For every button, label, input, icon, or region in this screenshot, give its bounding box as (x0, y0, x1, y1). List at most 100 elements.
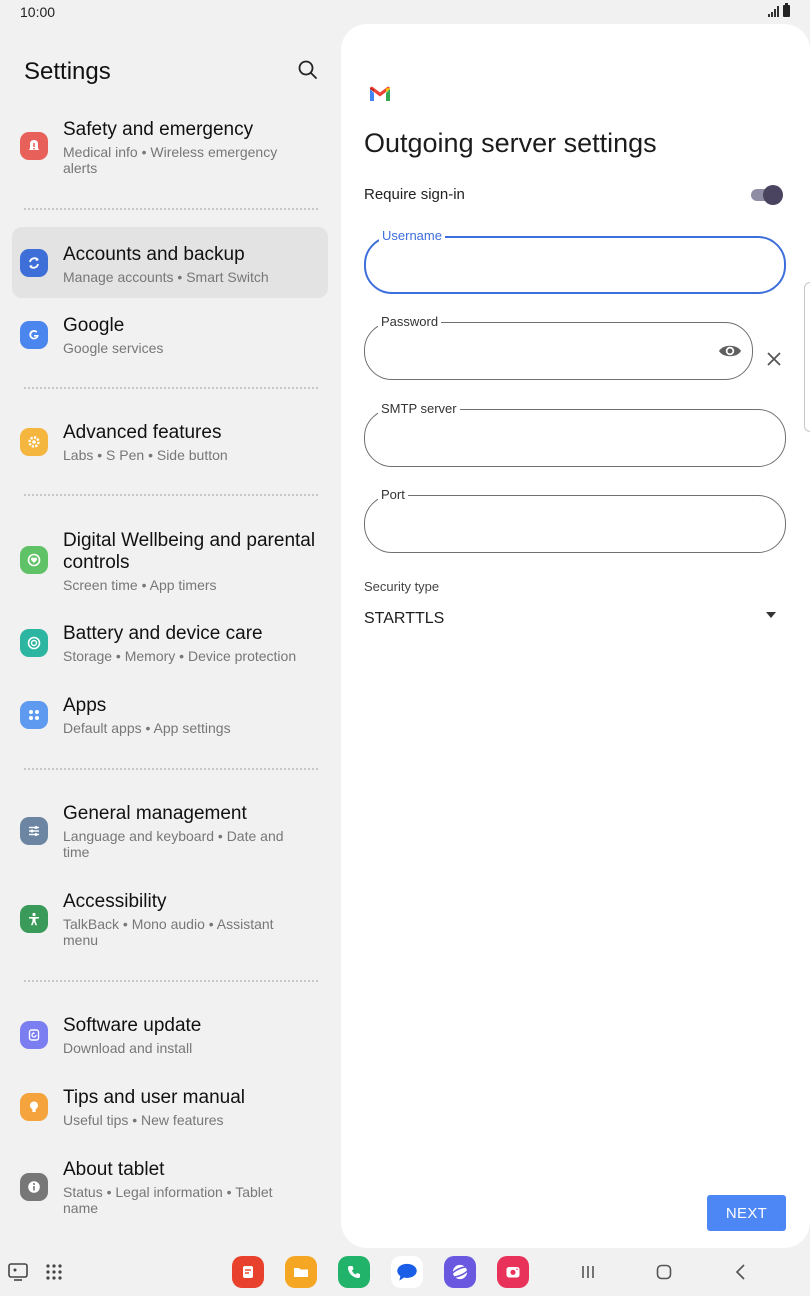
settings-item-tips[interactable]: Tips and user manual Useful tips • New f… (12, 1080, 328, 1140)
phone-app-icon[interactable] (338, 1256, 370, 1288)
security-type-label: Security type (364, 579, 440, 594)
settings-item-battery[interactable]: Battery and device care Storage • Memory… (12, 616, 328, 676)
settings-item-apps[interactable]: Apps Default apps • App settings (12, 688, 328, 748)
settings-item-title: Google (63, 315, 125, 336)
smtp-server-field[interactable]: SMTP server (364, 401, 786, 467)
screen-apps-icon (8, 1263, 28, 1281)
password-field[interactable]: Password (364, 314, 753, 380)
notes-app-icon[interactable] (232, 1256, 264, 1288)
battery-icon (783, 3, 790, 17)
settings-item-title: General management (63, 803, 247, 824)
port-field[interactable]: Port (364, 487, 786, 553)
settings-item-title: Digital Wellbeing and parental controls (63, 530, 316, 573)
password-input[interactable] (381, 337, 681, 365)
info-icon (20, 1173, 48, 1201)
settings-item-title: Battery and device care (63, 623, 263, 644)
search-button[interactable] (296, 58, 322, 84)
settings-title: Settings (24, 58, 111, 85)
divider (24, 980, 318, 982)
settings-item-subtitle: Labs • S Pen • Side button (63, 447, 228, 463)
settings-item-accessibility[interactable]: Accessibility TalkBack • Mono audio • As… (12, 884, 328, 956)
settings-item-subtitle: Status • Legal information • Tablet name (63, 1184, 273, 1216)
settings-item-subtitle: Default apps • App settings (63, 720, 231, 736)
close-icon (767, 352, 781, 366)
settings-item-wellbeing[interactable]: Digital Wellbeing and parental controls … (12, 522, 328, 602)
search-icon (298, 60, 317, 79)
google-icon (20, 321, 48, 349)
recents-button[interactable] (576, 1260, 600, 1284)
settings-item-advanced[interactable]: Advanced features Labs • S Pen • Side bu… (12, 414, 328, 474)
camera-app-icon[interactable] (497, 1256, 529, 1288)
settings-item-subtitle: Storage • Memory • Device protection (63, 648, 297, 664)
settings-item-safety[interactable]: Safety and emergency Medical info • Wire… (12, 114, 328, 184)
outgoing-server-panel: Outgoing server settings Require sign-in… (341, 24, 810, 1248)
recents-icon (582, 1266, 594, 1278)
divider (24, 768, 318, 770)
apps-grid-icon (46, 1264, 62, 1280)
smtp-server-input[interactable] (381, 424, 711, 452)
settings-item-title: Accounts and backup (63, 244, 245, 265)
sync-icon (20, 249, 48, 277)
settings-item-about[interactable]: About tablet Status • Legal information … (12, 1152, 328, 1224)
port-label: Port (378, 487, 408, 503)
lightbulb-icon (20, 1093, 48, 1121)
settings-item-title: Tips and user manual (63, 1087, 246, 1108)
show-password-button[interactable] (718, 341, 742, 361)
recent-apps-panel-button[interactable] (6, 1260, 30, 1284)
username-field[interactable]: Username (364, 228, 786, 294)
signal-icon (768, 5, 779, 17)
divider (24, 208, 318, 210)
port-input[interactable] (381, 510, 711, 538)
smtp-server-label: SMTP server (378, 401, 460, 417)
apps-grid-icon (20, 701, 48, 729)
settings-item-subtitle: Language and keyboard • Date and time (63, 828, 284, 860)
status-time: 10:00 (20, 4, 56, 20)
settings-item-subtitle: Useful tips • New features (63, 1112, 224, 1128)
next-button[interactable]: NEXT (707, 1195, 786, 1231)
sliders-icon (20, 817, 48, 845)
heart-circle-icon (20, 546, 48, 574)
divider (24, 494, 318, 496)
dropdown-arrow-icon[interactable] (765, 611, 777, 619)
clear-password-button[interactable] (765, 350, 783, 368)
device-care-icon (20, 629, 48, 657)
settings-item-subtitle: TalkBack • Mono audio • Assistant menu (63, 916, 274, 948)
toggle-thumb (763, 185, 783, 205)
alert-icon (20, 132, 48, 160)
settings-item-subtitle: Manage accounts • Smart Switch (63, 269, 269, 285)
app-drawer-button[interactable] (42, 1260, 66, 1284)
internet-app-icon[interactable] (444, 1256, 476, 1288)
page-title: Outgoing server settings (364, 128, 657, 158)
settings-item-accounts[interactable]: Accounts and backup Manage accounts • Sm… (12, 227, 328, 298)
settings-item-general[interactable]: General management Language and keyboard… (12, 796, 328, 868)
status-icons (768, 3, 790, 17)
messages-app-icon[interactable] (391, 1256, 423, 1288)
files-app-icon[interactable] (285, 1256, 317, 1288)
settings-item-title: Software update (63, 1015, 202, 1036)
divider (24, 387, 318, 389)
home-button[interactable] (652, 1260, 676, 1284)
settings-item-subtitle: Medical info • Wireless emergency alerts (63, 144, 278, 176)
security-type-select[interactable]: STARTTLS (364, 610, 444, 628)
settings-item-subtitle: Google services (63, 340, 164, 356)
username-label: Username (379, 228, 445, 244)
star-gear-icon (20, 428, 48, 456)
gmail-logo-icon (370, 86, 390, 101)
edge-panel-handle[interactable] (804, 282, 810, 432)
software-update-icon (20, 1021, 48, 1049)
settings-item-title: Apps (63, 695, 107, 716)
settings-item-subtitle: Download and install (63, 1040, 193, 1056)
back-button[interactable] (729, 1260, 753, 1284)
require-signin-toggle[interactable] (751, 184, 783, 206)
home-icon (656, 1264, 672, 1280)
require-signin-label: Require sign-in (364, 186, 465, 203)
settings-list-panel: Settings Safety and emergency Medical in… (0, 24, 340, 1248)
accessibility-icon (20, 905, 48, 933)
settings-item-subtitle: Screen time • App timers (63, 577, 217, 593)
settings-item-google[interactable]: Google Google services (12, 306, 328, 366)
username-input[interactable] (382, 252, 712, 280)
eye-icon (719, 345, 741, 357)
password-label: Password (378, 314, 442, 330)
settings-item-title: About tablet (63, 1159, 165, 1180)
settings-item-software-update[interactable]: Software update Download and install (12, 1008, 328, 1068)
